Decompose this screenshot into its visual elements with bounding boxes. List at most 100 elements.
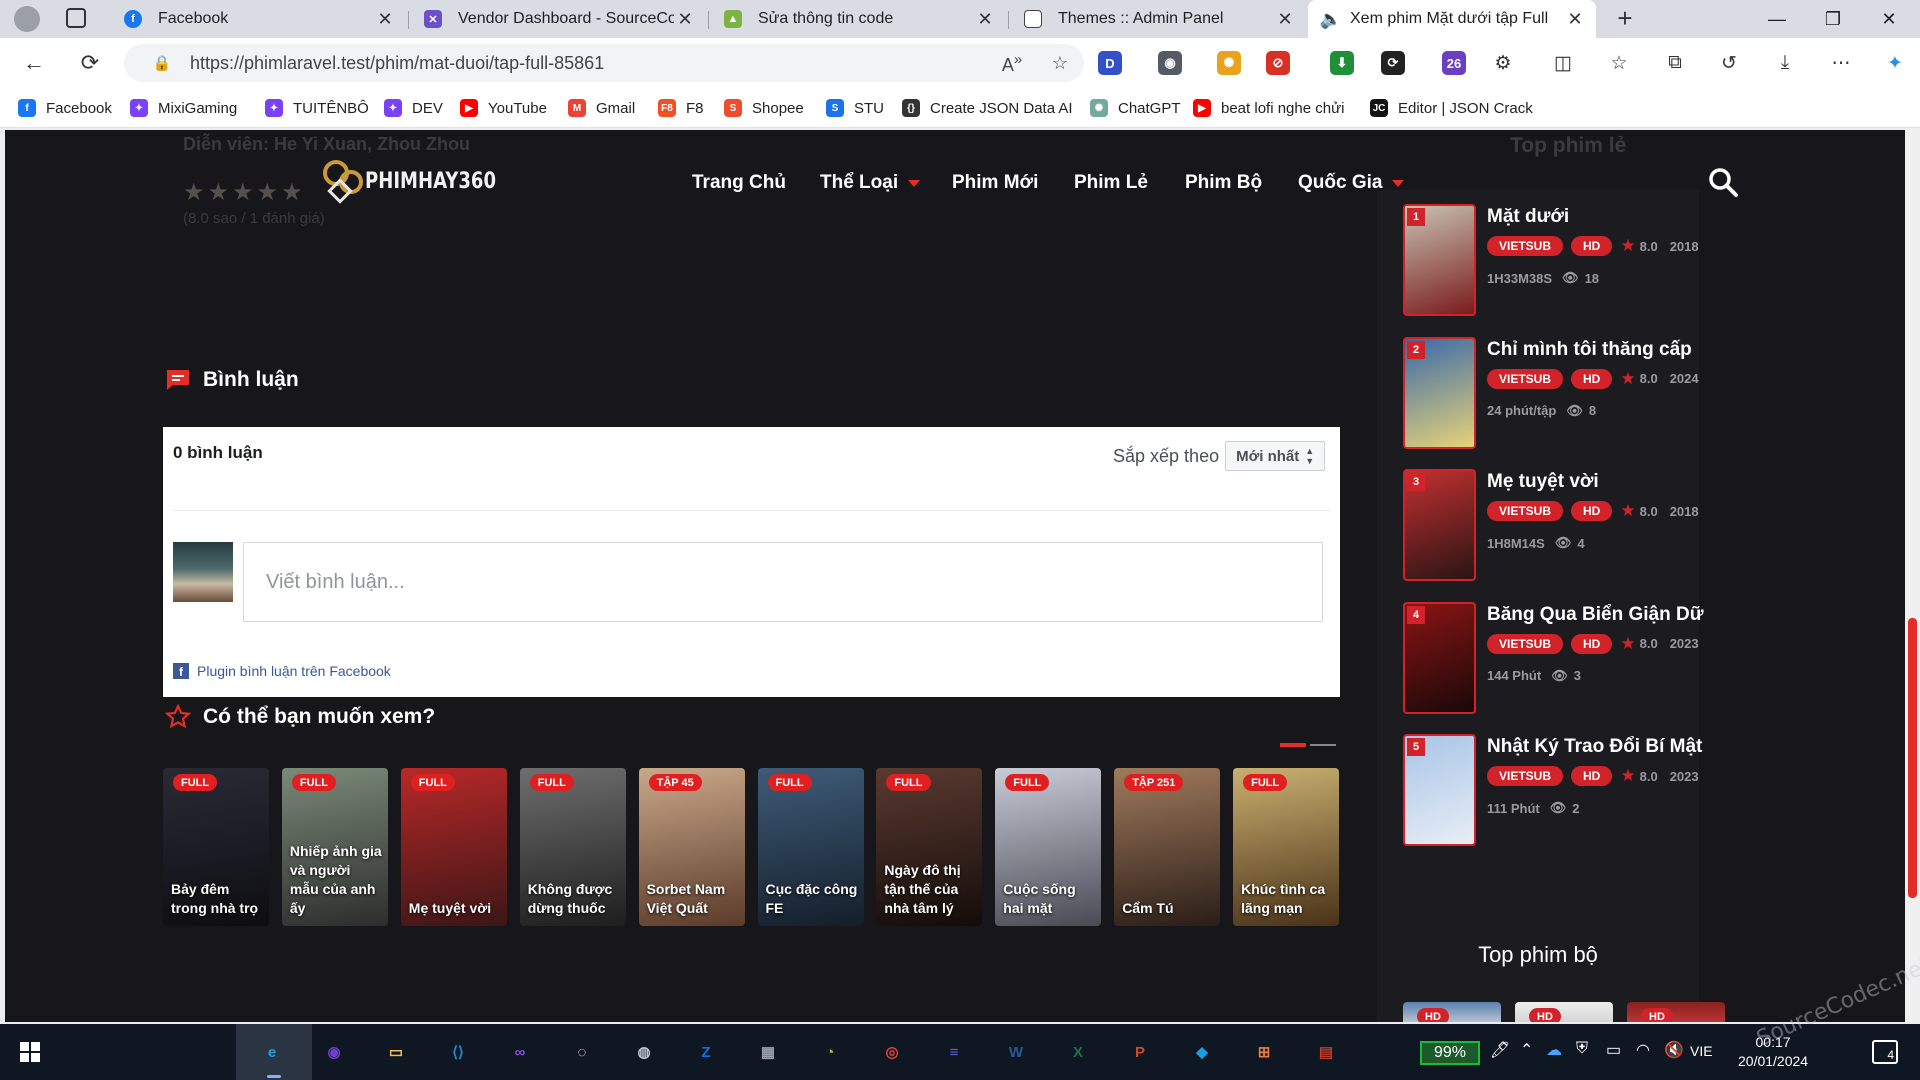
- github-icon[interactable]: ◉: [318, 1036, 350, 1068]
- top-movie-item[interactable]: 5 Nhật Ký Trao Đổi Bí Mật VIETSUB HD ★ 8.0 202…: [1403, 734, 1703, 846]
- bookmark-item[interactable]: F8 F8: [658, 96, 704, 120]
- lock-icon[interactable]: 🔒: [142, 54, 182, 72]
- extension-icon[interactable]: ⟳: [1381, 51, 1405, 75]
- extension-icon[interactable]: ⬇: [1330, 51, 1354, 75]
- close-icon[interactable]: ✕: [974, 9, 996, 30]
- bookmark-item[interactable]: ▶ YouTube: [460, 96, 547, 120]
- movie-title[interactable]: Băng Qua Biển Giận Dữ: [1487, 604, 1703, 626]
- workspaces-icon[interactable]: [66, 8, 86, 28]
- close-icon[interactable]: ✕: [374, 9, 396, 30]
- app-icon[interactable]: ▤: [1310, 1036, 1342, 1068]
- top-movie-item[interactable]: 2 Chỉ mình tôi thăng cấp VIETSUB HD ★ 8.0 2024…: [1403, 336, 1703, 449]
- movie-card[interactable]: TẬP 45 Sorbet Nam Việt Quất: [638, 768, 745, 926]
- word-icon[interactable]: W: [1000, 1036, 1032, 1068]
- movie-title[interactable]: Chỉ mình tôi thăng cấp: [1487, 339, 1692, 361]
- collections-icon[interactable]: ⧉: [1662, 50, 1688, 76]
- windows-start-icon[interactable]: [20, 1042, 40, 1062]
- bookmark-item[interactable]: M Gmail: [568, 96, 635, 120]
- extension-icon[interactable]: 26: [1442, 51, 1466, 75]
- nav-phim-moi[interactable]: Phim Mới: [952, 168, 1038, 198]
- search-icon[interactable]: [1705, 164, 1741, 200]
- cloud-icon[interactable]: ☁: [1546, 1040, 1562, 1060]
- movie-poster[interactable]: 2: [1403, 336, 1476, 449]
- vscode-icon[interactable]: ⟨⟩: [442, 1036, 474, 1068]
- url-text[interactable]: https://phimlaravel.test/phim/mat-duoi/t…: [182, 53, 988, 74]
- extension-icon[interactable]: ◉: [1158, 51, 1182, 75]
- favorites-icon[interactable]: ☆: [1606, 50, 1632, 76]
- excel-icon[interactable]: X: [1062, 1036, 1094, 1068]
- movie-card[interactable]: FULL Khúc tình ca lãng mạn: [1233, 768, 1340, 926]
- bookmark-item[interactable]: JC Editor | JSON Crack: [1370, 96, 1533, 120]
- movie-poster[interactable]: 5: [1403, 734, 1476, 846]
- app-icon[interactable]: ◔: [814, 1036, 846, 1068]
- movie-title[interactable]: Mẹ tuyệt vời: [1487, 471, 1599, 493]
- movie-card[interactable]: FULL Mẹ tuyệt vời: [400, 768, 507, 926]
- bookmark-item[interactable]: ✦ DEV: [384, 96, 443, 120]
- nav-trang-chu[interactable]: Trang Chủ: [692, 168, 786, 198]
- rating-stars[interactable]: ★★★★★: [183, 178, 306, 207]
- zalo-icon[interactable]: Z: [690, 1036, 722, 1068]
- minimize-button[interactable]: —: [1750, 0, 1804, 38]
- extension-icon[interactable]: ✺: [1217, 51, 1241, 75]
- sort-select[interactable]: Mới nhất ▲ ▼: [1225, 441, 1326, 471]
- speaker-icon[interactable]: 🔈: [1320, 9, 1342, 29]
- movie-card[interactable]: FULL Không được dừng thuốc: [519, 768, 626, 926]
- tab-edit-code-info[interactable]: ▲ Sửa thông tin code ✕: [710, 0, 1006, 38]
- favorite-star-icon[interactable]: ☆: [1036, 53, 1084, 74]
- facebook-plugin-link[interactable]: f Plugin bình luận trên Facebook: [173, 663, 391, 679]
- address-bar[interactable]: 🔒 https://phimlaravel.test/phim/mat-duoi…: [124, 44, 1084, 82]
- speaker-icon[interactable]: 🔇: [1664, 1040, 1684, 1060]
- app-icon[interactable]: ◆: [1186, 1036, 1218, 1068]
- movie-card[interactable]: FULL Nhiếp ảnh gia và người mẫu của anh ấ…: [281, 768, 388, 926]
- refresh-button[interactable]: ⟳: [72, 45, 108, 81]
- app-icon[interactable]: ≡: [938, 1036, 970, 1068]
- movie-title[interactable]: Mặt dưới: [1487, 206, 1569, 228]
- series-poster[interactable]: HD: [1403, 1002, 1501, 1022]
- profile-avatar[interactable]: [14, 6, 40, 32]
- wifi-icon[interactable]: ◠: [1636, 1040, 1650, 1060]
- page-scrollbar[interactable]: [1905, 128, 1920, 1024]
- back-button[interactable]: ←: [16, 45, 52, 81]
- pen-icon[interactable]: 🖊: [1490, 1040, 1510, 1060]
- bookmark-item[interactable]: f Facebook: [18, 96, 112, 120]
- carousel-dot-active[interactable]: [1280, 743, 1306, 747]
- movie-card[interactable]: FULL Ngày đô thị tận thế của nhà tâm lý: [876, 768, 983, 926]
- movie-card[interactable]: TẬP 251 Cẩm Tú: [1114, 768, 1221, 926]
- bookmark-item[interactable]: ✦ TUITÊNBÔ: [265, 96, 369, 120]
- edge-icon[interactable]: e: [256, 1036, 288, 1068]
- more-menu-icon[interactable]: ⋯: [1828, 50, 1854, 76]
- close-icon[interactable]: ✕: [1564, 9, 1586, 30]
- movie-poster[interactable]: 4: [1403, 601, 1476, 714]
- close-icon[interactable]: ✕: [1274, 9, 1296, 30]
- input-language[interactable]: VIE: [1690, 1043, 1713, 1059]
- copilot-icon[interactable]: ✦: [1882, 50, 1908, 76]
- movie-card[interactable]: FULL Bảy đêm trong nhà trọ: [163, 768, 269, 926]
- read-aloud-icon[interactable]: A»: [988, 51, 1036, 76]
- app-icon[interactable]: ◌: [566, 1036, 598, 1068]
- comment-input[interactable]: Viết bình luận...: [243, 542, 1323, 622]
- file-explorer-icon[interactable]: ▭: [380, 1036, 412, 1068]
- extension-icon[interactable]: D: [1098, 51, 1122, 75]
- bookmark-item[interactable]: S STU: [826, 96, 884, 120]
- powerpoint-icon[interactable]: P: [1124, 1036, 1156, 1068]
- movie-title[interactable]: Nhật Ký Trao Đổi Bí Mật: [1487, 736, 1702, 758]
- download-icon[interactable]: ⤓: [1772, 50, 1798, 76]
- movie-poster[interactable]: 3: [1403, 469, 1476, 581]
- nav-phim-bo[interactable]: Phim Bộ: [1185, 168, 1262, 198]
- movie-card[interactable]: FULL Cục đặc công FE: [757, 768, 864, 926]
- site-logo[interactable]: PHIMHAY360: [323, 160, 525, 204]
- app-icon[interactable]: ▦: [752, 1036, 784, 1068]
- battery-icon[interactable]: ▭: [1606, 1040, 1621, 1060]
- new-tab-button[interactable]: +: [1610, 4, 1640, 34]
- carousel-dots[interactable]: [1280, 743, 1336, 747]
- nav-the-loai[interactable]: Thể Loại: [820, 168, 921, 198]
- movie-poster[interactable]: 1: [1403, 204, 1476, 316]
- scrollbar-thumb[interactable]: [1908, 618, 1917, 898]
- window-close-button[interactable]: ✕: [1862, 0, 1916, 38]
- top-movie-item[interactable]: 1 Mặt dưới VIETSUB HD ★ 8.0 2018 1H33M38S 👁 18: [1403, 204, 1703, 316]
- extensions-icon[interactable]: ⚙: [1490, 50, 1516, 76]
- tab-vendor-dashboard[interactable]: ✕ Vendor Dashboard - SourceCodec ✕: [410, 0, 706, 38]
- chevron-up-icon[interactable]: ⌃: [1520, 1040, 1533, 1060]
- battery-indicator[interactable]: 99%: [1420, 1041, 1480, 1065]
- bookmark-item[interactable]: S Shopee: [724, 96, 804, 120]
